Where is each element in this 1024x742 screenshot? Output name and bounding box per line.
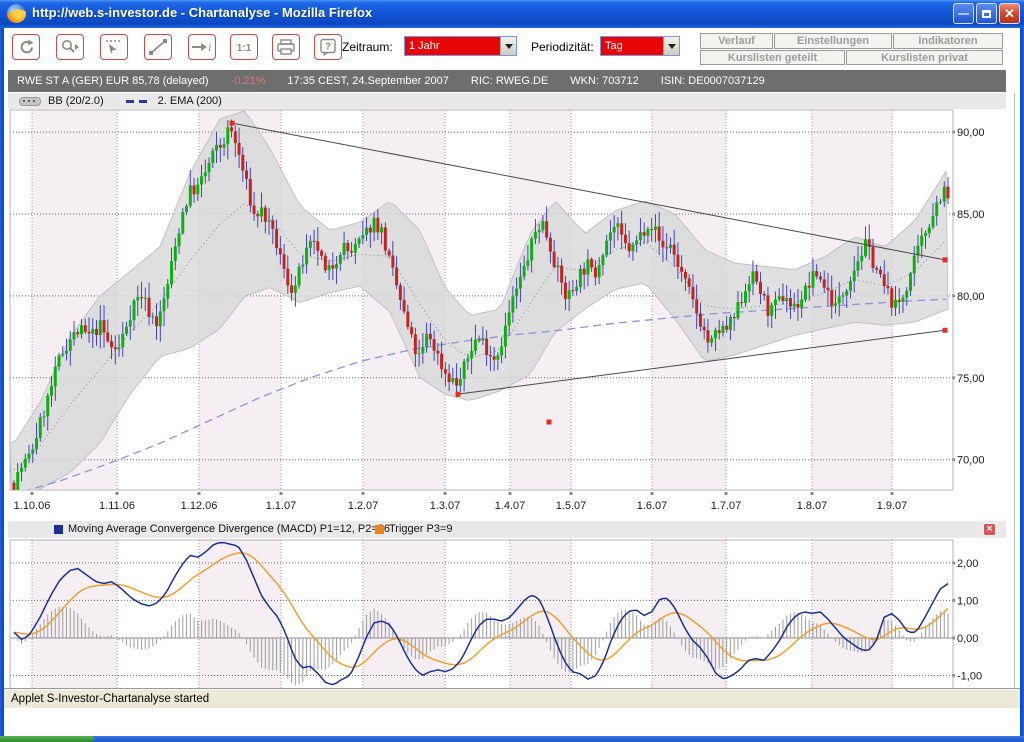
svg-text:80,00: 80,00 <box>957 291 985 303</box>
macd-swatch-icon <box>54 525 63 534</box>
svg-text:1.11.06: 1.11.06 <box>99 500 135 512</box>
svg-text:85,00: 85,00 <box>957 209 985 221</box>
wkn-code: WKN: 703712 <box>570 75 638 87</box>
one-to-one-icon: 1:1 <box>233 38 255 56</box>
help-icon: ? <box>318 38 338 56</box>
zeitraum-select[interactable]: 1 Jahr <box>404 36 517 56</box>
trendline-icon <box>148 38 168 56</box>
chart-canvas[interactable]: 1.10.06 1.11.06 1.12.06 1.1.07 1.2.07 1.3.07 1… <box>4 28 1020 716</box>
firefox-icon <box>7 4 26 23</box>
svg-text:1.8.07: 1.8.07 <box>797 500 828 512</box>
titlebar[interactable]: http://web.s-investor.de - Chartanalyse … <box>0 0 1024 28</box>
indicator-legendbar: BB (20/2.0) 2. EMA (200) <box>8 93 1006 109</box>
svg-text:75,00: 75,00 <box>957 373 985 385</box>
tab-einstellungen[interactable]: Einstellungen <box>774 33 892 49</box>
refresh-icon <box>16 38 36 56</box>
svg-text:2,00: 2,00 <box>957 558 978 570</box>
svg-text:i: i <box>208 40 211 54</box>
price-change: -0,21% <box>231 75 266 87</box>
svg-text:1.3.07: 1.3.07 <box>430 500 461 512</box>
window-border-right <box>1020 28 1024 736</box>
svg-text:1.4.07: 1.4.07 <box>495 500 526 512</box>
quote-timestamp: 17:35 CEST, 24.September 2007 <box>287 75 448 87</box>
tab-verlauf[interactable]: Verlauf <box>700 33 773 49</box>
ric-code: RIC: RWEG.DE <box>471 75 548 87</box>
zeitraum-dropdown-arrow-icon[interactable] <box>500 37 516 55</box>
svg-text:0,00: 0,00 <box>957 633 978 645</box>
draw-line-button[interactable] <box>144 34 172 60</box>
svg-text:1.2.07: 1.2.07 <box>348 500 379 512</box>
svg-text:-1,00: -1,00 <box>957 670 982 682</box>
applet-right-border <box>1014 93 1015 707</box>
instrument-infobar: RWE ST A (GER) EUR 85,78 (delayed) -0,21… <box>8 70 1006 92</box>
info-pointer-button[interactable]: i <box>188 34 216 60</box>
one-to-one-button[interactable]: 1:1 <box>230 34 258 60</box>
trigger-legend-label: Trigger P3=9 <box>389 523 453 535</box>
periodizitaet-select[interactable]: Tag <box>600 36 680 56</box>
zeitraum-value: 1 Jahr <box>405 37 500 55</box>
maximize-button[interactable] <box>976 3 997 24</box>
svg-text:1.5.07: 1.5.07 <box>556 500 587 512</box>
svg-text:1.7.07: 1.7.07 <box>711 500 742 512</box>
tab-kurslisten-privat[interactable]: Kurslisten privat <box>846 50 1003 65</box>
macd-legendbar: Moving Average Convergence Divergence (M… <box>8 521 1006 538</box>
cursor-icon <box>104 38 124 56</box>
bollinger-swatch-icon <box>19 97 41 106</box>
start-button-fragment[interactable] <box>0 736 94 742</box>
ema-legend-label: 2. EMA (200) <box>158 95 222 107</box>
zeitraum-label: Zeitraum: <box>342 40 393 54</box>
tab-indikatoren[interactable]: Indikatoren <box>893 33 1003 49</box>
periodizitaet-dropdown-arrow-icon[interactable] <box>663 37 679 55</box>
ema-swatch-icon <box>126 100 150 103</box>
svg-text:70,00: 70,00 <box>957 455 985 467</box>
close-button[interactable]: ✕ <box>999 3 1020 24</box>
instrument-name: RWE ST A (GER) EUR 85,78 (delayed) <box>17 75 209 87</box>
tab-bar: Verlauf Einstellungen Indikatoren Kursli… <box>700 33 1004 65</box>
status-text: Applet S-Investor-Chartanalyse started <box>11 693 209 705</box>
svg-text:1,00: 1,00 <box>957 595 978 607</box>
firefox-window: http://web.s-investor.de - Chartanalyse … <box>0 0 1024 742</box>
taskbar[interactable] <box>0 736 1024 742</box>
window-title: http://web.s-investor.de - Chartanalyse … <box>32 5 372 20</box>
help-button[interactable]: ? <box>314 34 342 60</box>
statusbar: Applet S-Investor-Chartanalyse started <box>4 688 1020 708</box>
svg-text:?: ? <box>325 42 331 53</box>
svg-text:1.1.07: 1.1.07 <box>266 500 297 512</box>
tab-kurslisten-geteilt[interactable]: Kurslisten geteilt <box>700 50 845 65</box>
info-pointer-icon: i <box>191 38 213 56</box>
svg-text:1.12.06: 1.12.06 <box>181 500 218 512</box>
applet-page: i 1:1 ? Zeitraum: 1 Jahr <box>4 28 1020 716</box>
zoom-mode-button[interactable] <box>56 34 84 60</box>
svg-text:1.10.06: 1.10.06 <box>14 500 51 512</box>
periodizitaet-label: Periodizität: <box>531 40 594 54</box>
svg-text:1.9.07: 1.9.07 <box>877 500 908 512</box>
svg-text:1.6.07: 1.6.07 <box>637 500 668 512</box>
bollinger-legend-label: BB (20/2.0) <box>48 95 104 107</box>
macd-legend-label: Moving Average Convergence Divergence (M… <box>68 523 390 535</box>
zoom-magnifier-icon <box>60 38 80 56</box>
refresh-button[interactable] <box>12 34 40 60</box>
print-button[interactable] <box>272 34 300 60</box>
macd-close-button[interactable]: × <box>983 523 996 536</box>
svg-text:1:1: 1:1 <box>237 43 252 54</box>
svg-text:90,00: 90,00 <box>957 127 985 139</box>
minimize-button[interactable]: — <box>953 3 974 24</box>
periodizitaet-value: Tag <box>601 37 663 55</box>
select-mode-button[interactable] <box>100 34 128 60</box>
trigger-swatch-icon <box>375 525 384 534</box>
printer-icon <box>276 38 296 56</box>
isin-code: ISIN: DE0007037129 <box>661 75 765 87</box>
